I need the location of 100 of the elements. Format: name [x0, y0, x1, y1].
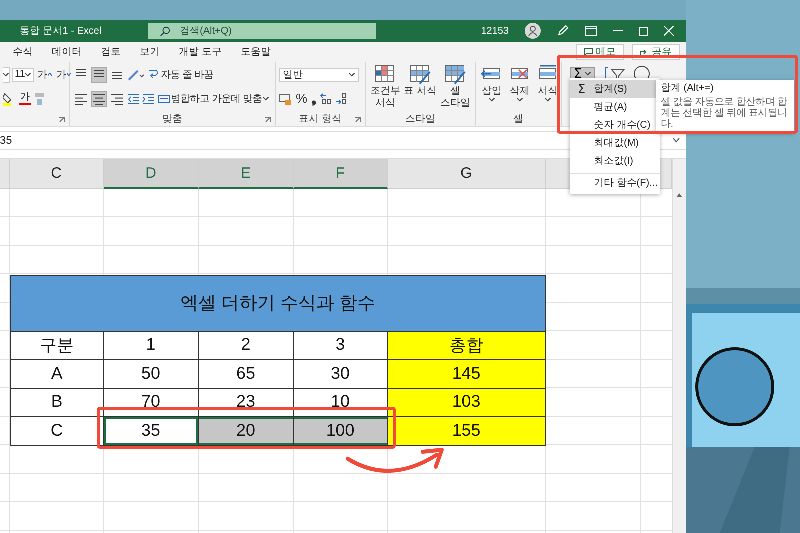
search-field[interactable]: 검색(Alt+Q)	[148, 23, 376, 39]
table-header-cell: 3	[294, 332, 388, 360]
vertical-align-icon	[112, 72, 122, 79]
font-color-button[interactable]: 가	[19, 92, 31, 104]
table-header-cell: 2	[199, 332, 294, 360]
merge-cells-icon	[158, 92, 170, 104]
caret-icon	[349, 72, 355, 76]
insert-button[interactable]: 삽입	[479, 65, 505, 102]
menu-tab[interactable]: 보기	[139, 45, 161, 59]
table-cell[interactable]: 35	[104, 417, 199, 446]
maximize-icon[interactable]	[639, 26, 648, 36]
vertical-align-icon	[94, 70, 104, 78]
number-format-field[interactable]: 일반	[279, 68, 359, 82]
menu-tab[interactable]: 검토	[100, 45, 122, 59]
table-header-cell: 1	[104, 332, 199, 360]
caret-icon	[489, 98, 495, 102]
percent-button[interactable]: %	[295, 91, 309, 106]
menu-item[interactable]: 기타 함수(F)...	[570, 173, 660, 192]
group-label: 스타일	[406, 113, 436, 126]
formula-value: 35	[0, 134, 12, 146]
dialog-launcher-icon[interactable]	[265, 117, 271, 123]
caret-icon	[517, 98, 523, 102]
table-header-cell: 총합	[388, 332, 546, 360]
expand-caret-icon[interactable]	[673, 138, 680, 143]
table-cell[interactable]: 50	[104, 360, 199, 388]
sort-filter-icon[interactable]	[603, 67, 626, 81]
table-cell[interactable]: 100	[294, 417, 388, 446]
delete-button[interactable]: 삭제	[507, 65, 533, 102]
comment-icon	[584, 48, 593, 56]
table-cell[interactable]: C	[10, 417, 104, 446]
column-header[interactable]: E	[199, 159, 294, 189]
menu-tab[interactable]: 개발 도구	[178, 45, 223, 59]
wrap-text-icon	[148, 68, 160, 80]
caret-icon	[545, 98, 551, 102]
font-name-field[interactable]	[3, 66, 10, 82]
minimize-icon[interactable]	[613, 30, 623, 32]
window-title: 통합 문서1 - Excel	[20, 25, 103, 38]
ribbon-display-icon[interactable]	[585, 26, 597, 36]
orientation-icon[interactable]	[127, 68, 145, 82]
dialog-launcher-icon[interactable]	[59, 117, 65, 123]
table-cell[interactable]: 145	[388, 360, 546, 388]
menu-tab[interactable]: 데이터	[51, 45, 83, 59]
increase-indent-icon[interactable]	[142, 92, 155, 106]
table-cell[interactable]: 20	[199, 417, 294, 446]
menu-item[interactable]: 최대값(M)	[570, 134, 660, 152]
table-format-button[interactable]: 표 서식	[404, 65, 437, 98]
column-header[interactable]: C	[10, 159, 104, 189]
column-header[interactable]: G	[388, 159, 546, 189]
caret-icon	[263, 96, 270, 100]
table-cell[interactable]: 155	[388, 417, 546, 446]
group-label: 표시 형식	[299, 113, 342, 126]
group-label: 맞춤	[162, 113, 182, 126]
column-header[interactable]: D	[104, 159, 199, 189]
caret-icon	[3, 72, 9, 76]
horizontal-align-button[interactable]	[91, 90, 107, 106]
horizontal-align-icon	[74, 92, 88, 106]
user-avatar-icon[interactable]	[525, 23, 541, 39]
scroll-up-icon[interactable]	[676, 193, 683, 198]
share-icon	[640, 48, 649, 56]
horizontal-align-icon	[92, 92, 106, 106]
font-size-field[interactable]: 11	[12, 68, 34, 82]
table-cell[interactable]: 30	[294, 360, 388, 388]
increase-decimal-icon[interactable]	[320, 92, 333, 106]
table-grid-icon	[410, 65, 432, 85]
tooltip-title: 합계 (Alt+=)	[661, 83, 715, 95]
dialog-launcher-icon[interactable]	[355, 117, 361, 123]
accounting-format-icon[interactable]	[279, 92, 293, 106]
decrease-decimal-icon[interactable]	[334, 92, 348, 106]
table-cell[interactable]: 65	[199, 360, 294, 388]
table-cell[interactable]: 103	[388, 388, 546, 417]
table-header-cell: 구분	[10, 332, 104, 360]
menu-tab[interactable]: 수식	[12, 45, 34, 59]
vertical-align-button[interactable]	[91, 66, 107, 82]
format-button[interactable]: 서식	[535, 65, 561, 102]
cell-styles-button[interactable]: 셀 스타일	[439, 65, 472, 110]
caret-icon	[25, 72, 32, 76]
decrease-font-button[interactable]: 가	[55, 68, 72, 82]
decrease-indent-icon[interactable]	[127, 92, 140, 106]
increase-font-button[interactable]: 가	[36, 68, 54, 82]
tooltip-text: 셀 값을 자동으로 합산하며 합계는 선택한 셀 뒤에 표시됩니다.	[661, 97, 788, 130]
menu-tab[interactable]: 도움말	[240, 45, 272, 59]
caret-icon	[585, 72, 592, 76]
table-title: 엑셀 더하기 수식과 함수	[10, 274, 546, 332]
column-header[interactable]: F	[294, 159, 388, 189]
menu-item[interactable]: 평균(A)	[570, 98, 660, 116]
search-icon	[160, 26, 171, 37]
user-name: 12153	[481, 26, 509, 36]
merge-center-button[interactable]: 병합하고 가운데 맞춤	[157, 92, 270, 106]
menu-item[interactable]: 최소값(I)	[570, 152, 660, 170]
close-icon[interactable]	[664, 26, 674, 36]
vertical-align-icon	[76, 68, 86, 76]
wrap-text-button[interactable]: 자동 줄 바꿈	[147, 68, 215, 82]
table-cell[interactable]: A	[10, 360, 104, 388]
table-cell[interactable]: B	[10, 388, 104, 417]
table-grid-icon	[444, 65, 466, 85]
pen-icon[interactable]	[557, 25, 569, 37]
conditional-format-button[interactable]: 조건부 서식	[369, 65, 402, 110]
table-grid-icon	[374, 65, 396, 85]
comma-style-button[interactable]: ❟	[310, 90, 318, 106]
vertical-scrollbar[interactable]	[672, 159, 686, 533]
